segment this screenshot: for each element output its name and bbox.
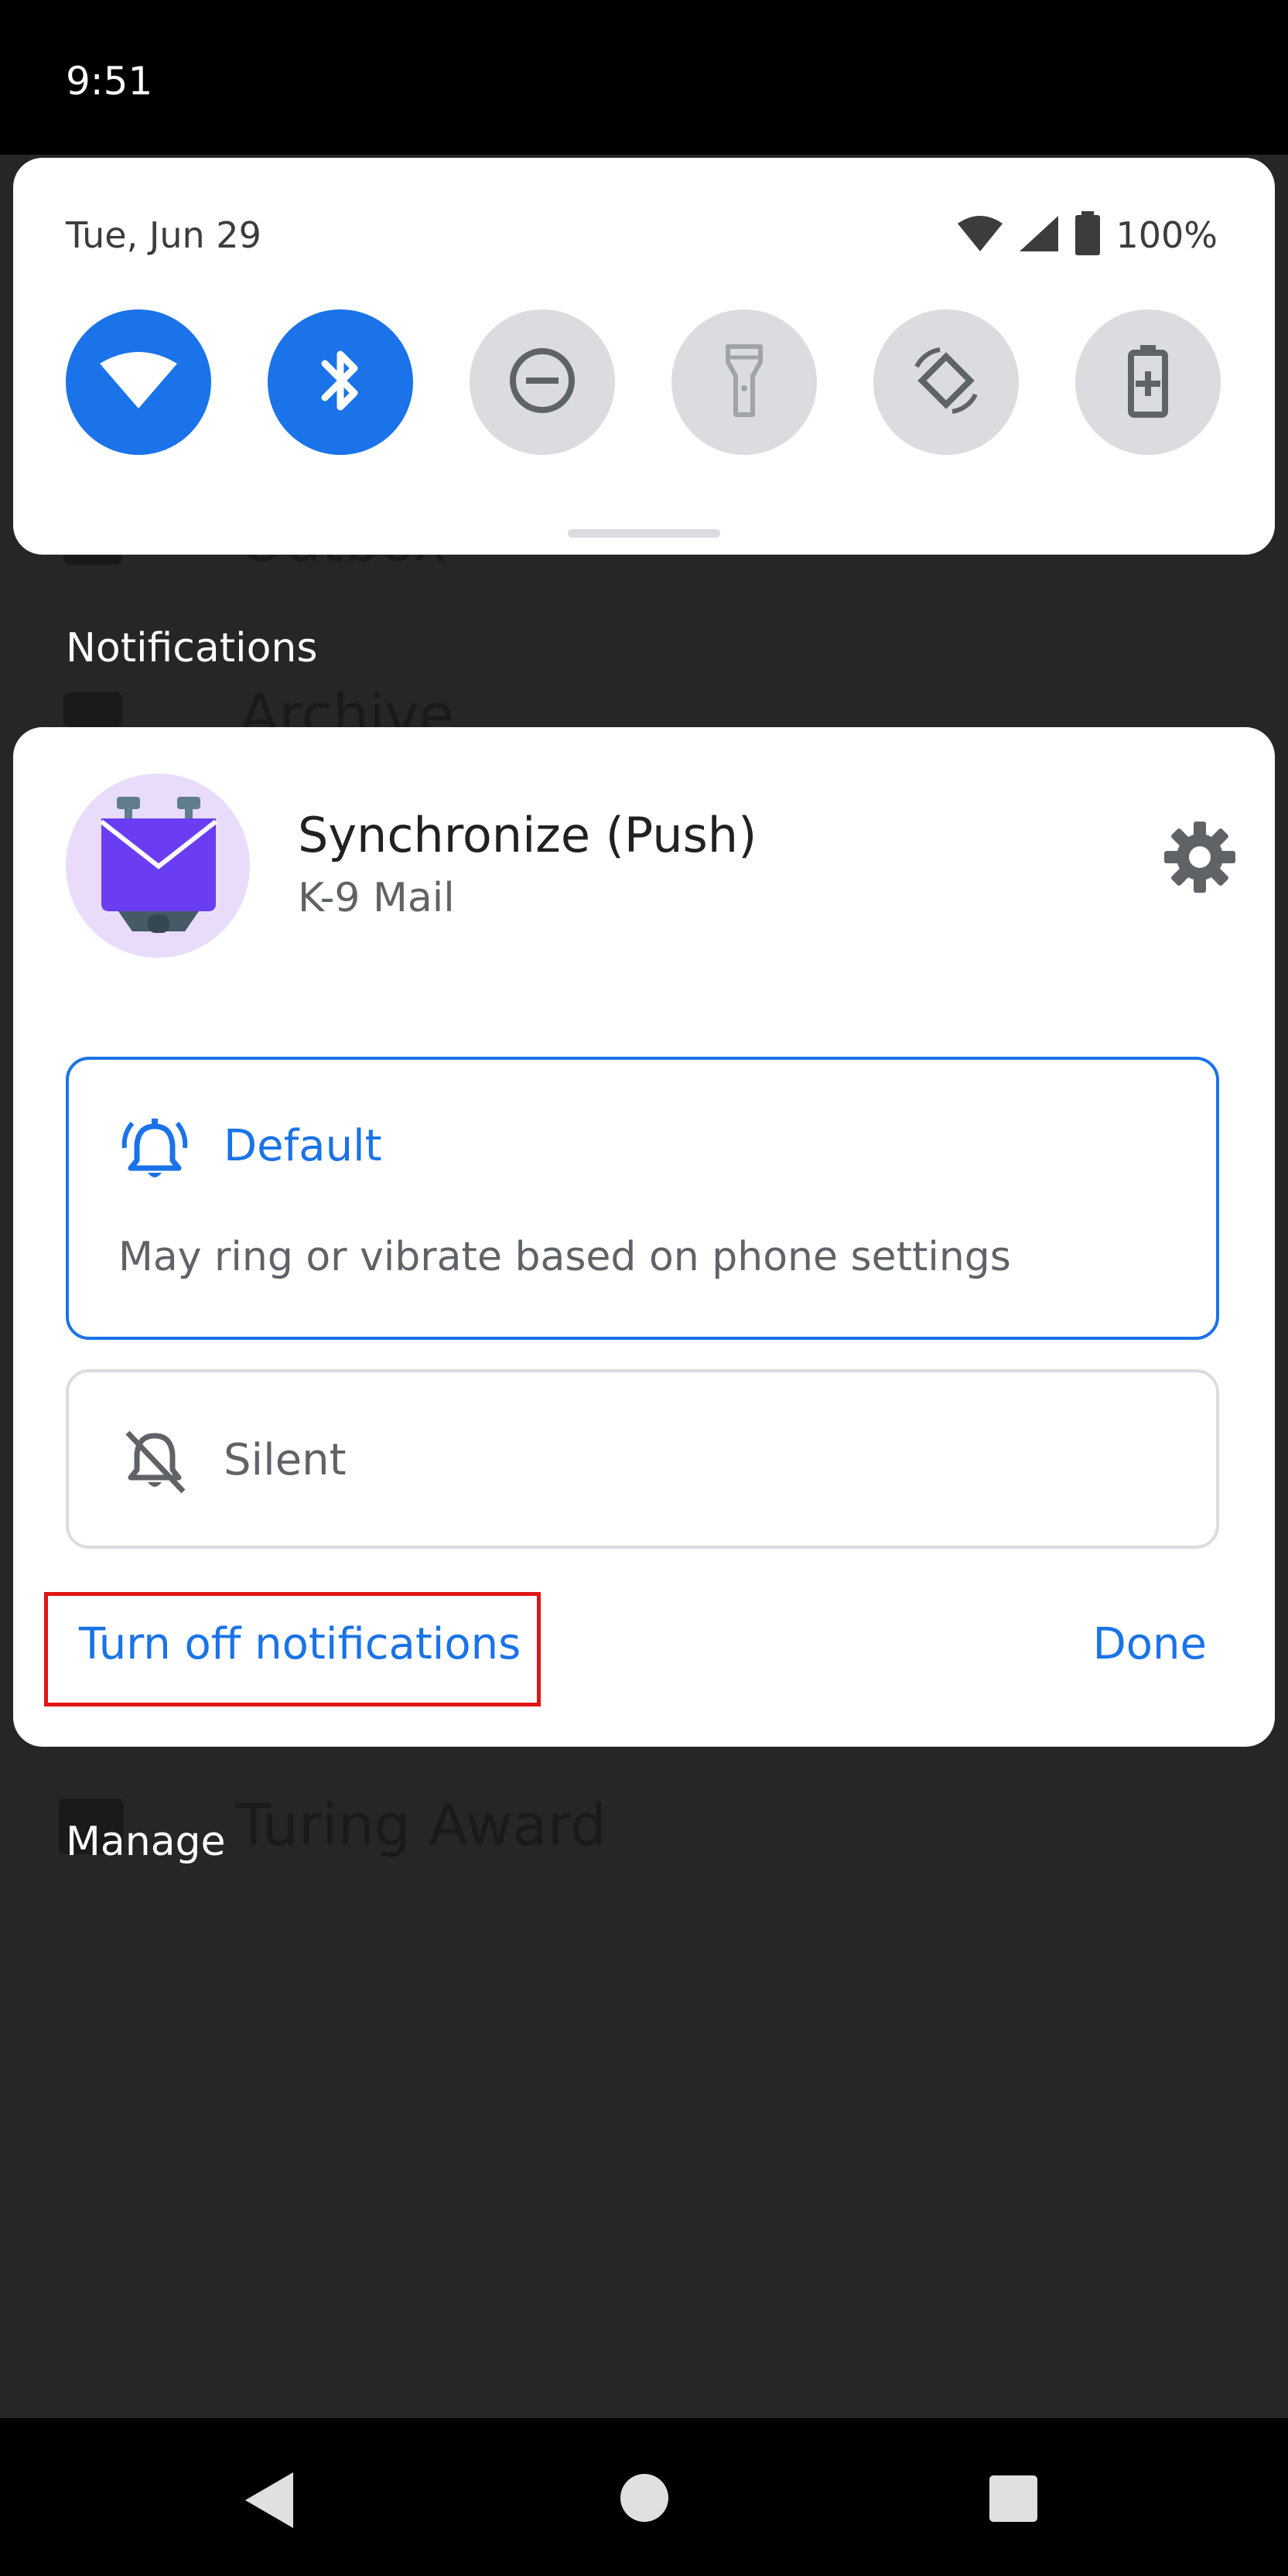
back-icon[interactable] xyxy=(242,2469,296,2534)
bell-alert-icon xyxy=(120,1115,190,1188)
status-time: 9:51 xyxy=(66,59,153,104)
wifi-signal-icon xyxy=(956,214,1004,256)
option-default-label: Default xyxy=(224,1121,382,1171)
auto-rotate-icon xyxy=(909,343,983,421)
notification-title: Synchronize (Push) xyxy=(298,807,757,863)
k9-mail-icon xyxy=(95,795,222,938)
archive-folder-icon xyxy=(63,692,122,727)
done-button[interactable]: Done xyxy=(1093,1617,1207,1672)
bluetooth-icon xyxy=(317,342,364,422)
bell-off-icon xyxy=(120,1426,190,1499)
qs-status-icons: 100% xyxy=(956,210,1218,260)
manage-button[interactable]: Manage xyxy=(66,1815,226,1869)
tile-auto-rotate[interactable] xyxy=(873,309,1019,455)
option-default[interactable]: Default May ring or vibrate based on pho… xyxy=(66,1057,1219,1340)
cell-signal-icon xyxy=(1018,214,1060,256)
qs-drag-handle[interactable] xyxy=(568,529,720,538)
notification-card: Synchronize (Push) K-9 Mail Default May … xyxy=(13,727,1275,1747)
recents-icon[interactable] xyxy=(988,2474,1039,2526)
option-default-description: May ring or vibrate based on phone setti… xyxy=(118,1234,1011,1280)
status-bar: 9:51 xyxy=(0,0,1288,155)
wifi-icon xyxy=(98,350,179,415)
home-icon[interactable] xyxy=(619,2472,670,2526)
turn-off-notifications-button[interactable]: Turn off notifications xyxy=(79,1617,521,1672)
do-not-disturb-icon xyxy=(507,346,577,419)
navigation-bar xyxy=(0,2418,1288,2576)
qs-date: Tue, Jun 29 xyxy=(66,214,261,256)
battery-icon xyxy=(1074,211,1102,259)
tile-battery-saver[interactable] xyxy=(1075,309,1221,455)
notification-app-name: K-9 Mail xyxy=(298,875,455,921)
flashlight-icon xyxy=(725,342,764,422)
battery-percent: 100% xyxy=(1115,214,1218,256)
quick-settings-panel: Tue, Jun 29 100% xyxy=(13,158,1275,555)
notifications-label: Notifications xyxy=(66,625,318,671)
option-silent-label: Silent xyxy=(224,1435,347,1485)
option-silent[interactable]: Silent xyxy=(66,1369,1219,1549)
background-item-turing-award: Turing Award xyxy=(236,1792,606,1859)
tile-wifi[interactable] xyxy=(66,309,211,455)
tile-flashlight[interactable] xyxy=(671,309,817,455)
tile-bluetooth[interactable] xyxy=(268,309,413,455)
qs-tiles xyxy=(66,309,1232,456)
battery-saver-icon xyxy=(1126,343,1170,421)
tile-do-not-disturb[interactable] xyxy=(470,309,615,455)
app-icon-container xyxy=(66,774,250,958)
gear-icon[interactable] xyxy=(1161,818,1238,896)
